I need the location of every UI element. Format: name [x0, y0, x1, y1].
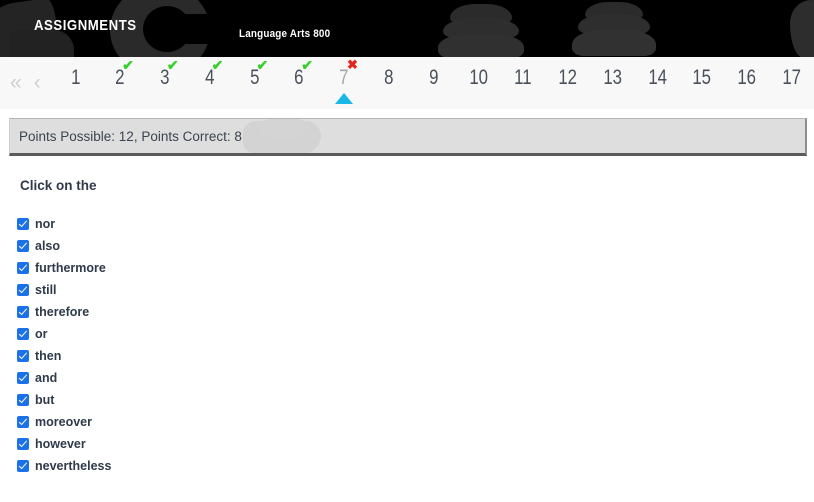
chess-c-notch-icon [173, 14, 217, 44]
checkbox-checked-icon[interactable] [17, 372, 29, 384]
score-text: Points Possible: 12, Points Correct: 8 [19, 128, 242, 144]
pager-item-10[interactable]: 10 [456, 57, 501, 110]
pager-item-label: 8 [384, 66, 394, 89]
pager-item-13[interactable]: 13 [590, 57, 635, 110]
answer-option-label: still [35, 282, 57, 297]
pager-item-label: 9 [428, 66, 439, 89]
answer-option[interactable]: moreover [17, 411, 814, 433]
pager-item-6[interactable]: 6 ✔ [277, 57, 322, 110]
chess-rook-edge-c-icon [790, 0, 814, 57]
pager-item-15[interactable]: 15 [680, 57, 725, 110]
pager-item-label: 13 [603, 66, 622, 89]
pager-item-11[interactable]: 11 [501, 57, 546, 110]
pager-item-label: 14 [647, 66, 667, 89]
page-title: ASSIGNMENTS [34, 17, 137, 34]
pager-arrows: « ‹ [0, 57, 47, 110]
page-header: ASSIGNMENTS Language Arts 800 [0, 0, 814, 57]
answer-option-label: furthermore [35, 260, 106, 275]
answer-option[interactable]: still [17, 279, 814, 301]
course-title: Language Arts 800 [239, 28, 331, 40]
answer-option[interactable]: therefore [17, 301, 814, 323]
answer-option-label: and [35, 370, 58, 385]
answer-option[interactable]: then [17, 345, 814, 367]
pager-item-2[interactable]: 2 ✔ [98, 57, 143, 110]
previous-page-icon[interactable]: ‹ [28, 72, 47, 93]
current-page-caret-icon [334, 93, 353, 104]
answer-option[interactable]: or [17, 323, 814, 345]
pager-item-label: 15 [692, 66, 712, 89]
answer-option-label: but [35, 392, 55, 407]
score-bar: Points Possible: 12, Points Correct: 8 [9, 118, 807, 156]
answer-option-label: nevertheless [35, 458, 112, 473]
answer-option-label: or [35, 326, 48, 341]
pager-item-label: 10 [468, 66, 488, 89]
checkbox-checked-icon[interactable] [17, 284, 29, 296]
answer-option[interactable]: furthermore [17, 257, 814, 279]
checkbox-checked-icon[interactable] [17, 394, 29, 406]
pager-item-label: 17 [782, 66, 801, 89]
first-page-icon[interactable]: « [4, 72, 28, 93]
answer-option[interactable]: nevertheless [17, 455, 814, 477]
checkbox-checked-icon[interactable] [17, 262, 29, 274]
answer-option-label: nor [35, 216, 56, 231]
answer-option-label: also [35, 238, 61, 253]
answer-option[interactable]: and [17, 367, 814, 389]
score-bar-container: Points Possible: 12, Points Correct: 8 [0, 110, 814, 156]
checkbox-checked-icon[interactable] [17, 438, 29, 450]
chess-rook-base-b-icon [572, 30, 656, 56]
redaction-blob-secondary [258, 119, 310, 139]
correct-check-icon: ✔ [166, 57, 179, 73]
pager-item-5[interactable]: 5 ✔ [232, 57, 277, 110]
pager-item-4[interactable]: 4 ✔ [187, 57, 232, 110]
incorrect-cross-icon: ✖ [346, 57, 358, 72]
pager-item-16[interactable]: 16 [724, 57, 769, 110]
answer-option-label: then [35, 348, 62, 363]
correct-check-icon: ✔ [122, 57, 134, 73]
pager-item-9[interactable]: 9 [411, 57, 456, 110]
checkbox-checked-icon[interactable] [17, 460, 29, 472]
pager-item-3[interactable]: 3 ✔ [143, 57, 188, 110]
checkbox-checked-icon[interactable] [17, 240, 29, 252]
correct-check-icon: ✔ [301, 57, 313, 73]
pager-item-17[interactable]: 17 [769, 57, 814, 110]
correct-check-icon: ✔ [256, 57, 269, 73]
pager-item-14[interactable]: 14 [635, 57, 680, 110]
answer-option[interactable]: however [17, 433, 814, 455]
chess-knight-base-shape-icon [10, 30, 74, 57]
pager-item-1[interactable]: 1 [53, 57, 98, 110]
checkbox-checked-icon[interactable] [17, 350, 29, 362]
answer-option[interactable]: also [17, 235, 814, 257]
pager-item-label: 12 [558, 66, 578, 89]
pager-item-label: 16 [737, 66, 757, 89]
pager-item-label: 1 [70, 66, 81, 89]
pager-item-list: 1 2 ✔ 3 ✔ 4 ✔ 5 ✔ 6 ✔ 7 ✖ 8 9 10 11 12 13 14 15 16 17 [53, 57, 814, 110]
pager-item-8[interactable]: 8 [366, 57, 411, 110]
correct-check-icon: ✔ [211, 57, 224, 73]
answer-option-label: however [35, 436, 86, 451]
checkbox-checked-icon[interactable] [17, 218, 29, 230]
answer-option-list: nor also furthermore still therefore or then an… [0, 213, 814, 477]
answer-option[interactable]: nor [17, 213, 814, 235]
answer-option-label: therefore [35, 304, 90, 319]
question-pager: « ‹ 1 2 ✔ 3 ✔ 4 ✔ 5 ✔ 6 ✔ 7 ✖ 8 9 10 11 12 13 14 15 16 17 [0, 57, 814, 110]
question-prompt: Click on the [20, 178, 97, 193]
checkbox-checked-icon[interactable] [17, 328, 29, 340]
answer-option-label: moreover [35, 414, 92, 429]
checkbox-checked-icon[interactable] [17, 416, 29, 428]
pager-item-7[interactable]: 7 ✖ [322, 57, 367, 110]
checkbox-checked-icon[interactable] [17, 306, 29, 318]
pager-item-label: 11 [514, 66, 532, 89]
answer-option[interactable]: but [17, 389, 814, 411]
chess-rook-base-a-icon [438, 34, 524, 57]
pager-item-12[interactable]: 12 [545, 57, 590, 110]
